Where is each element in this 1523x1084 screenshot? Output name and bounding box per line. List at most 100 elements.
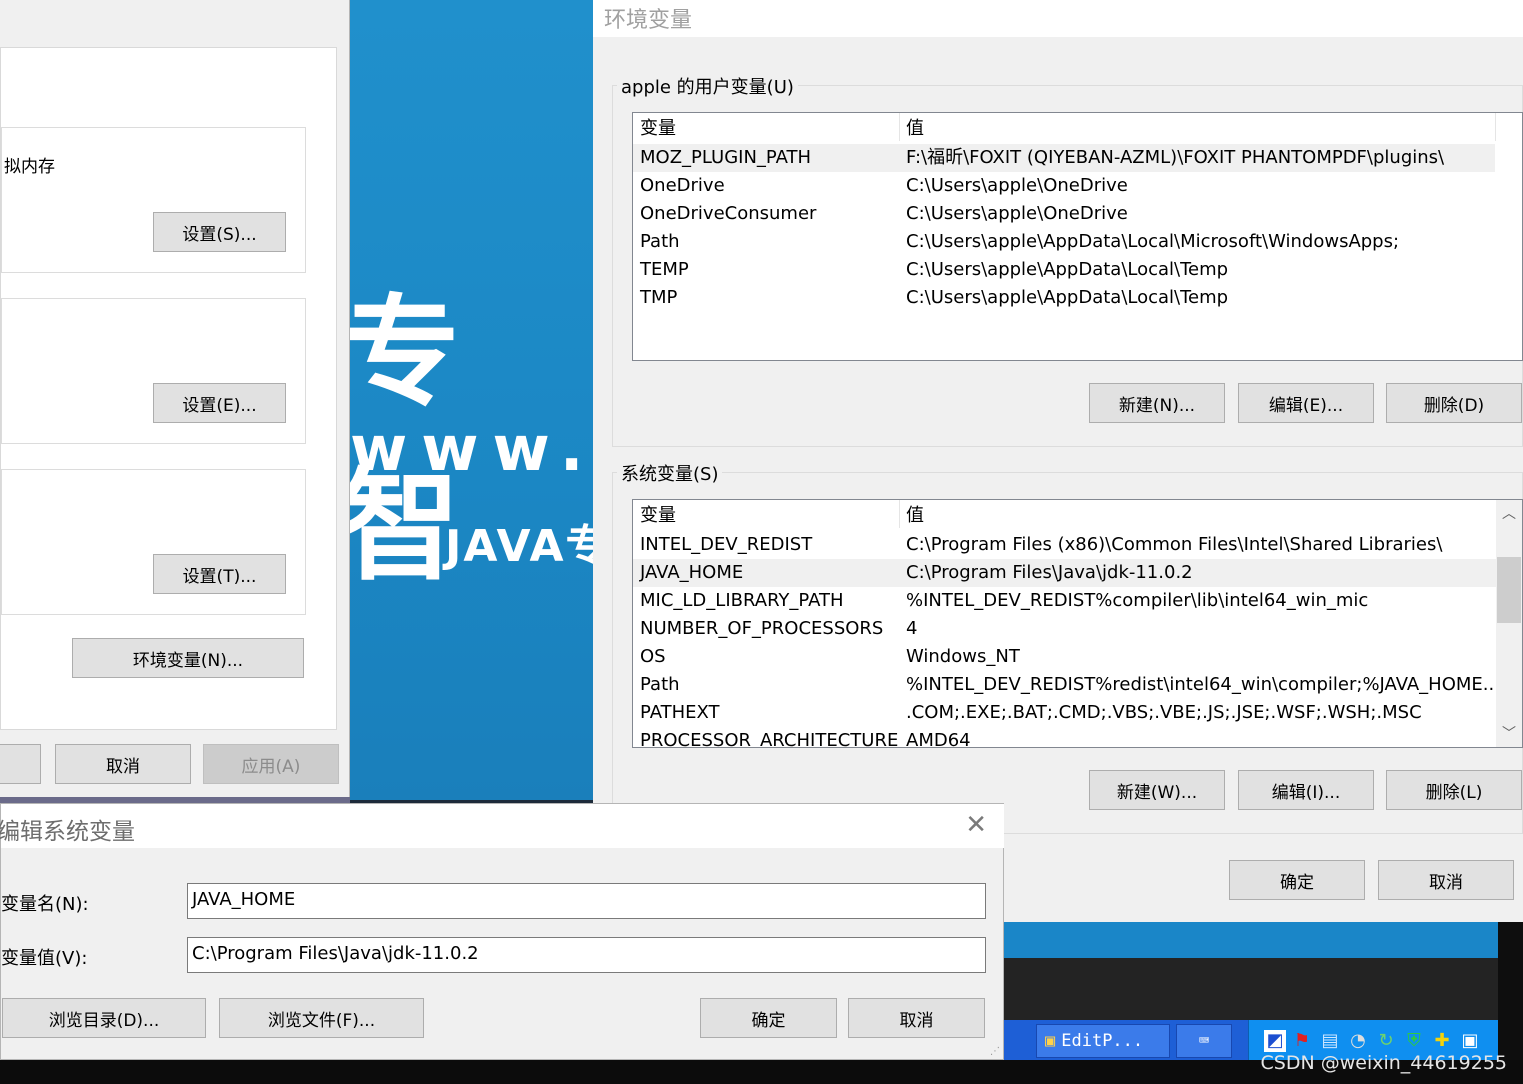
var-name: Path (640, 674, 680, 695)
var-value: Windows_NT (906, 646, 1020, 667)
sysprops-apply-button[interactable]: 应用(A) (203, 744, 339, 784)
scroll-thumb[interactable] (1497, 557, 1521, 623)
column-header-value[interactable]: 值 (906, 502, 924, 530)
environment-variables-window: 环境变量 apple 的用户变量(U) 变量 值 MOZ_PLUGIN_PATH… (593, 0, 1523, 922)
edit-cancel-button[interactable]: 取消 (848, 998, 985, 1038)
var-value: %INTEL_DEV_REDIST%compiler\lib\intel64_w… (906, 590, 1369, 611)
user-new-button[interactable]: 新建(N)... (1089, 383, 1225, 423)
variable-value-input[interactable]: C:\Program Files\Java\jdk-11.0.2 (187, 937, 986, 973)
watermark-line-2: www.itc (350, 412, 620, 485)
table-row[interactable]: MOZ_PLUGIN_PATH F:\福昕\FOXIT (QIYEBAN-AZML… (633, 144, 1495, 172)
taskbar-editplus-button[interactable]: ▣ EditP... (1036, 1024, 1170, 1058)
env-cancel-button[interactable]: 取消 (1378, 860, 1514, 900)
var-value: C:\Users\apple\OneDrive (906, 175, 1128, 196)
system-properties-window: 拟内存 设置(S)... 设置(E)... 设置(T)... 环境变量(N)..… (0, 0, 350, 797)
variable-name-input[interactable]: JAVA_HOME (187, 883, 986, 919)
table-row[interactable]: NUMBER_OF_PROCESSORS 4 (633, 615, 1522, 643)
column-header-variable[interactable]: 变量 (640, 502, 676, 530)
table-row[interactable]: Path C:\Users\apple\AppData\Local\Microso… (633, 228, 1522, 256)
table-row[interactable]: OneDriveConsumer C:\Users\apple\OneDrive (633, 200, 1522, 228)
environment-variables-button[interactable]: 环境变量(N)... (72, 638, 304, 678)
shield-icon[interactable]: ⛨ (1403, 1030, 1425, 1052)
keyboard-button[interactable]: ⌨ (1176, 1024, 1232, 1058)
alert-icon[interactable]: ⚑ (1291, 1030, 1313, 1052)
column-header-variable[interactable]: 变量 (640, 115, 676, 143)
system-edit-button[interactable]: 编辑(I)... (1238, 770, 1374, 810)
browse-directory-button[interactable]: 浏览目录(D)... (2, 998, 206, 1038)
column-header-value[interactable]: 值 (906, 115, 924, 143)
column-separator[interactable] (1495, 113, 1496, 141)
var-name: PATHEXT (640, 702, 720, 723)
table-row[interactable]: MIC_LD_LIBRARY_PATH %INTEL_DEV_REDIST%com… (633, 587, 1522, 615)
var-name: Path (640, 231, 680, 252)
variable-name-label: 变量名(N): (1, 894, 89, 915)
screen-edge (1498, 922, 1523, 1062)
csdn-watermark: CSDN @weixin_44619255 (1260, 1052, 1508, 1074)
scroll-down-icon[interactable]: ﹀ (1496, 724, 1522, 744)
edit-ok-button[interactable]: 确定 (700, 998, 837, 1038)
var-name: INTEL_DEV_REDIST (640, 534, 813, 555)
user-profiles-settings-button[interactable]: 设置(E)... (153, 383, 286, 423)
user-profiles-group: 设置(E)... (1, 298, 306, 444)
var-value: C:\Program Files (x86)\Common Files\Inte… (906, 534, 1443, 555)
var-name: PROCESSOR_ARCHITECTURE (640, 730, 899, 748)
column-separator[interactable] (899, 113, 900, 141)
env-window-title: 环境变量 (604, 8, 693, 33)
table-row[interactable]: PATHEXT .COM;.EXE;.BAT;.CMD;.VBS;.VBE;.JS… (633, 699, 1522, 727)
user-edit-button[interactable]: 编辑(E)... (1238, 383, 1374, 423)
var-name: TMP (640, 287, 678, 308)
system-new-button[interactable]: 新建(W)... (1089, 770, 1225, 810)
system-vars-legend: 系统变量(S) (617, 460, 723, 486)
table-row[interactable]: INTEL_DEV_REDIST C:\Program Files (x86)\C… (633, 531, 1522, 559)
table-row[interactable]: TMP C:\Users\apple\AppData\Local\Temp (633, 284, 1522, 312)
table-row[interactable]: PROCESSOR_ARCHITECTURE AMD64 (633, 727, 1522, 748)
var-name: TEMP (640, 259, 689, 280)
scroll-up-icon[interactable]: ︿ (1496, 504, 1522, 524)
edit-system-variable-dialog: 编辑系统变量 ✕ 变量名(N): JAVA_HOME 变量值(V): C:\Pr… (0, 803, 1004, 1060)
var-name: MIC_LD_LIBRARY_PATH (640, 590, 844, 611)
var-name: OS (640, 646, 666, 667)
table-row[interactable]: TEMP C:\Users\apple\AppData\Local\Temp (633, 256, 1522, 284)
var-name: MOZ_PLUGIN_PATH (640, 147, 812, 168)
startup-settings-button[interactable]: 设置(T)... (153, 554, 286, 594)
resize-grip-icon[interactable]: ⋰ (990, 1046, 1000, 1057)
env-title-bar (593, 0, 1523, 37)
startup-recovery-group: 设置(T)... (1, 469, 306, 615)
editplus-icon: ▣ (1045, 1031, 1056, 1051)
var-value: %INTEL_DEV_REDIST%redist\intel64_win\com… (906, 674, 1500, 695)
network-icon[interactable]: ◩ (1264, 1030, 1286, 1052)
table-row[interactable]: Path %INTEL_DEV_REDIST%redist\intel64_win… (633, 671, 1522, 699)
volume-icon[interactable]: ◔ (1347, 1030, 1369, 1052)
performance-settings-button[interactable]: 设置(S)... (153, 212, 286, 252)
advanced-tab-panel: 拟内存 设置(S)... 设置(E)... 设置(T)... 环境变量(N)..… (0, 47, 337, 730)
close-icon[interactable]: ✕ (965, 810, 987, 840)
table-row[interactable]: OneDrive C:\Users\apple\OneDrive (633, 172, 1522, 200)
var-value: C:\Program Files\Java\jdk-11.0.2 (906, 562, 1193, 583)
var-name: OneDriveConsumer (640, 203, 817, 224)
background-window-strip (1004, 922, 1498, 958)
system-vars-list[interactable]: 变量 值 INTEL_DEV_REDIST C:\Program Files (x… (632, 499, 1523, 748)
display-icon[interactable]: ▤ (1319, 1030, 1341, 1052)
var-value: C:\Users\apple\AppData\Local\Microsoft\W… (906, 231, 1400, 252)
monitor-icon[interactable]: ▣ (1459, 1030, 1481, 1052)
keyboard-icon: ⌨ (1198, 1031, 1210, 1051)
table-row[interactable]: OS Windows_NT (633, 643, 1522, 671)
sysprops-cancel-button[interactable]: 取消 (55, 744, 191, 784)
var-value: C:\Users\apple\AppData\Local\Temp (906, 287, 1229, 308)
taskbar-app-label: EditP... (1061, 1031, 1144, 1051)
browse-file-button[interactable]: 浏览文件(F)... (219, 998, 424, 1038)
user-vars-list[interactable]: 变量 值 MOZ_PLUGIN_PATH F:\福昕\FOXIT (QIYEBAN… (632, 112, 1523, 361)
user-delete-button[interactable]: 删除(D) (1386, 383, 1522, 423)
env-ok-button[interactable]: 确定 (1229, 860, 1365, 900)
sync-icon[interactable]: ↻ (1375, 1030, 1397, 1052)
system-vars-scrollbar[interactable]: ︿ ﹀ (1496, 500, 1522, 747)
console-area (1004, 958, 1498, 1020)
ok-button-partial[interactable] (0, 744, 41, 784)
watermark-line-3: JAVA专 (445, 521, 612, 572)
desktop-background: 专 智 www.itc JAVA专 (330, 0, 620, 800)
system-delete-button[interactable]: 删除(L) (1386, 770, 1522, 810)
plus-icon[interactable]: ✚ (1431, 1030, 1453, 1052)
column-separator[interactable] (899, 500, 900, 528)
var-name: NUMBER_OF_PROCESSORS (640, 618, 884, 639)
table-row-selected[interactable]: JAVA_HOME C:\Program Files\Java\jdk-11.0.… (633, 559, 1497, 587)
